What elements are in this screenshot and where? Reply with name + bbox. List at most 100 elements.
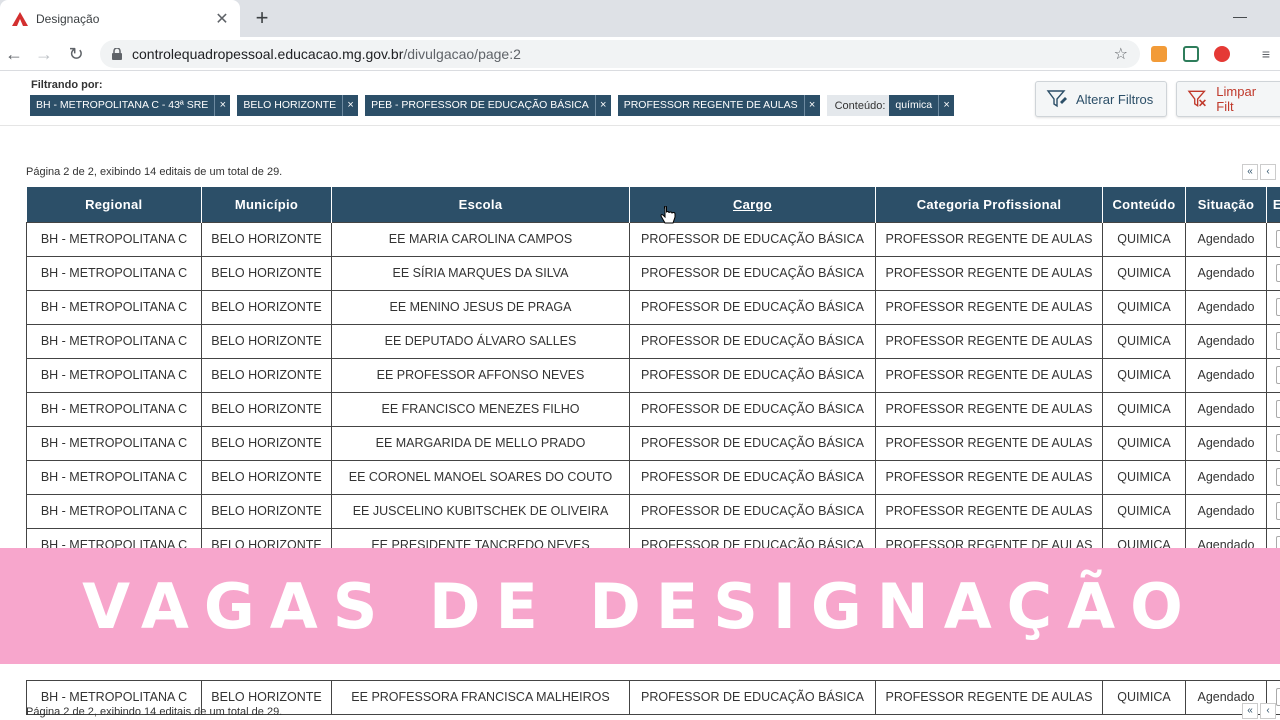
view-edital-button[interactable] xyxy=(1275,264,1280,282)
new-tab-icon[interactable]: + xyxy=(250,6,274,30)
table-header-row: Regional Município Escola Cargo Categori… xyxy=(26,187,1280,222)
table-row: BH - METROPOLITANA C BELO HORIZONTE EE COR… xyxy=(26,459,1280,495)
cell-regional: BH - METROPOLITANA C xyxy=(26,459,202,495)
first-page-button[interactable]: « xyxy=(1242,703,1258,719)
remove-filter-icon[interactable]: × xyxy=(214,95,231,116)
cell-escola: EE SÍRIA MARQUES DA SILVA xyxy=(331,255,630,291)
filter-content-label: Conteúdo: xyxy=(834,99,886,112)
cell-categoria: PROFESSOR REGENTE DE AULAS xyxy=(875,221,1103,257)
alter-filters-button[interactable]: Alterar Filtros xyxy=(1035,81,1167,117)
cell-conteudo: QUIMICA xyxy=(1102,357,1186,393)
filter-chip-municipio: BELO HORIZONTE × xyxy=(237,95,359,116)
cell-municipio: BELO HORIZONTE xyxy=(201,425,332,461)
cell-situacao: Agendado xyxy=(1185,221,1267,257)
cell-conteudo: QUIMICA xyxy=(1102,255,1186,291)
hand-cursor-icon xyxy=(660,206,676,224)
cell-situacao: Agendado xyxy=(1185,459,1267,495)
filter-chips: BH - METROPOLITANA C - 43ª SRE × BELO HO… xyxy=(30,95,955,116)
minimize-icon[interactable]: — xyxy=(1233,8,1247,24)
view-edital-button[interactable] xyxy=(1275,434,1280,452)
browser-tab-bar: Designação ✕ + — xyxy=(0,0,1280,37)
cell-edital xyxy=(1266,391,1280,427)
view-edital-button[interactable] xyxy=(1275,332,1280,350)
cell-municipio: BELO HORIZONTE xyxy=(201,323,332,359)
cell-municipio: BELO HORIZONTE xyxy=(201,289,332,325)
view-edital-button[interactable] xyxy=(1275,230,1280,248)
table-row: BH - METROPOLITANA C BELO HORIZONTE EE MEN… xyxy=(26,289,1280,325)
table-row: BH - METROPOLITANA C BELO HORIZONTE EE JUS… xyxy=(26,493,1280,529)
filter-chip-categoria: PROFESSOR REGENTE DE AULAS × xyxy=(617,95,820,116)
column-header-escola[interactable]: Escola xyxy=(331,187,630,222)
cell-municipio: BELO HORIZONTE xyxy=(201,357,332,393)
table-row: BH - METROPOLITANA C BELO HORIZONTE EE MAR… xyxy=(26,425,1280,461)
bookmark-star-icon[interactable]: ☆ xyxy=(1114,44,1128,64)
cell-regional: BH - METROPOLITANA C xyxy=(26,391,202,427)
back-icon[interactable]: ← xyxy=(2,42,26,66)
cell-cargo: PROFESSOR DE EDUCAÇÃO BÁSICA xyxy=(629,391,876,427)
reload-icon[interactable]: ↻ xyxy=(64,42,88,66)
prev-page-button[interactable]: ‹ xyxy=(1260,164,1276,180)
funnel-icon xyxy=(1046,90,1067,108)
cell-categoria: PROFESSOR REGENTE DE AULAS xyxy=(875,459,1103,495)
table-row: BH - METROPOLITANA C BELO HORIZONTE EE DEP… xyxy=(26,323,1280,359)
column-header-conteudo[interactable]: Conteúdo xyxy=(1102,187,1186,222)
cell-escola: EE CORONEL MANOEL SOARES DO COUTO xyxy=(331,459,630,495)
cell-escola: EE MARGARIDA DE MELLO PRADO xyxy=(331,425,630,461)
column-header-edital[interactable]: Ed xyxy=(1266,187,1280,222)
cell-escola: EE FRANCISCO MENEZES FILHO xyxy=(331,391,630,427)
funnel-clear-icon xyxy=(1187,90,1206,108)
view-edital-button[interactable] xyxy=(1275,298,1280,316)
tab-close-icon[interactable]: ✕ xyxy=(210,9,234,29)
extension-icon-3[interactable] xyxy=(1214,46,1230,62)
url-text: controlequadropessoal.educacao.mg.gov.br… xyxy=(132,46,521,62)
view-edital-button[interactable] xyxy=(1275,366,1280,384)
view-edital-button[interactable] xyxy=(1275,688,1280,706)
filter-divider xyxy=(0,125,1280,126)
view-edital-button[interactable] xyxy=(1275,468,1280,486)
cell-edital xyxy=(1266,255,1280,291)
view-edital-button[interactable] xyxy=(1275,400,1280,418)
column-header-regional[interactable]: Regional xyxy=(26,187,202,222)
page-info-bottom: Página 2 de 2, exibindo 14 editais de um… xyxy=(26,706,283,718)
tab-title: Designação xyxy=(36,11,100,26)
cell-edital xyxy=(1266,221,1280,257)
table-row: BH - METROPOLITANA C BELO HORIZONTE EE PRO… xyxy=(26,357,1280,393)
page-info-top: Página 2 de 2, exibindo 14 editais de um… xyxy=(26,166,283,178)
cell-regional: BH - METROPOLITANA C xyxy=(26,289,202,325)
cell-edital xyxy=(1266,459,1280,495)
clear-filters-button[interactable]: Limpar Filt xyxy=(1176,81,1280,117)
cell-conteudo: QUIMICA xyxy=(1102,391,1186,427)
address-bar[interactable]: controlequadropessoal.educacao.mg.gov.br… xyxy=(100,40,1140,68)
cell-categoria: PROFESSOR REGENTE DE AULAS xyxy=(875,323,1103,359)
filter-chip-regional: BH - METROPOLITANA C - 43ª SRE × xyxy=(30,95,231,116)
pager-bottom: « ‹ xyxy=(1242,703,1276,719)
view-edital-button[interactable] xyxy=(1275,502,1280,520)
extension-icon-1[interactable] xyxy=(1151,46,1167,62)
cell-cargo: PROFESSOR DE EDUCAÇÃO BÁSICA xyxy=(629,459,876,495)
forward-icon[interactable]: → xyxy=(32,42,56,66)
cell-cargo: PROFESSOR DE EDUCAÇÃO BÁSICA xyxy=(629,255,876,291)
browser-tab[interactable]: Designação ✕ xyxy=(0,0,240,37)
remove-filter-icon[interactable]: × xyxy=(342,95,359,116)
column-header-municipio[interactable]: Município xyxy=(201,187,332,222)
cell-edital xyxy=(1266,357,1280,393)
remove-filter-icon[interactable]: × xyxy=(594,95,611,116)
prev-page-button[interactable]: ‹ xyxy=(1260,703,1276,719)
cell-conteudo: QUIMICA xyxy=(1102,323,1186,359)
column-header-situacao[interactable]: Situação xyxy=(1185,187,1267,222)
cell-escola: EE DEPUTADO ÁLVARO SALLES xyxy=(331,323,630,359)
site-logo-icon xyxy=(12,11,28,26)
remove-filter-icon[interactable]: × xyxy=(938,95,955,116)
cell-regional: BH - METROPOLITANA C xyxy=(26,221,202,257)
cell-escola: EE PROFESSOR AFFONSO NEVES xyxy=(331,357,630,393)
filter-chip-conteudo: Conteúdo: química × xyxy=(826,95,955,116)
cell-municipio: BELO HORIZONTE xyxy=(201,255,332,291)
remove-filter-icon[interactable]: × xyxy=(803,95,820,116)
first-page-button[interactable]: « xyxy=(1242,164,1258,180)
extension-icon-2[interactable] xyxy=(1183,46,1199,62)
cell-cargo: PROFESSOR DE EDUCAÇÃO BÁSICA xyxy=(629,493,876,529)
filter-chip-cargo: PEB - PROFESSOR DE EDUCAÇÃO BÁSICA × xyxy=(365,95,611,116)
media-control-icon[interactable]: ≡ xyxy=(1254,42,1278,66)
column-header-categoria[interactable]: Categoria Profissional xyxy=(875,187,1103,222)
cell-edital xyxy=(1266,493,1280,529)
